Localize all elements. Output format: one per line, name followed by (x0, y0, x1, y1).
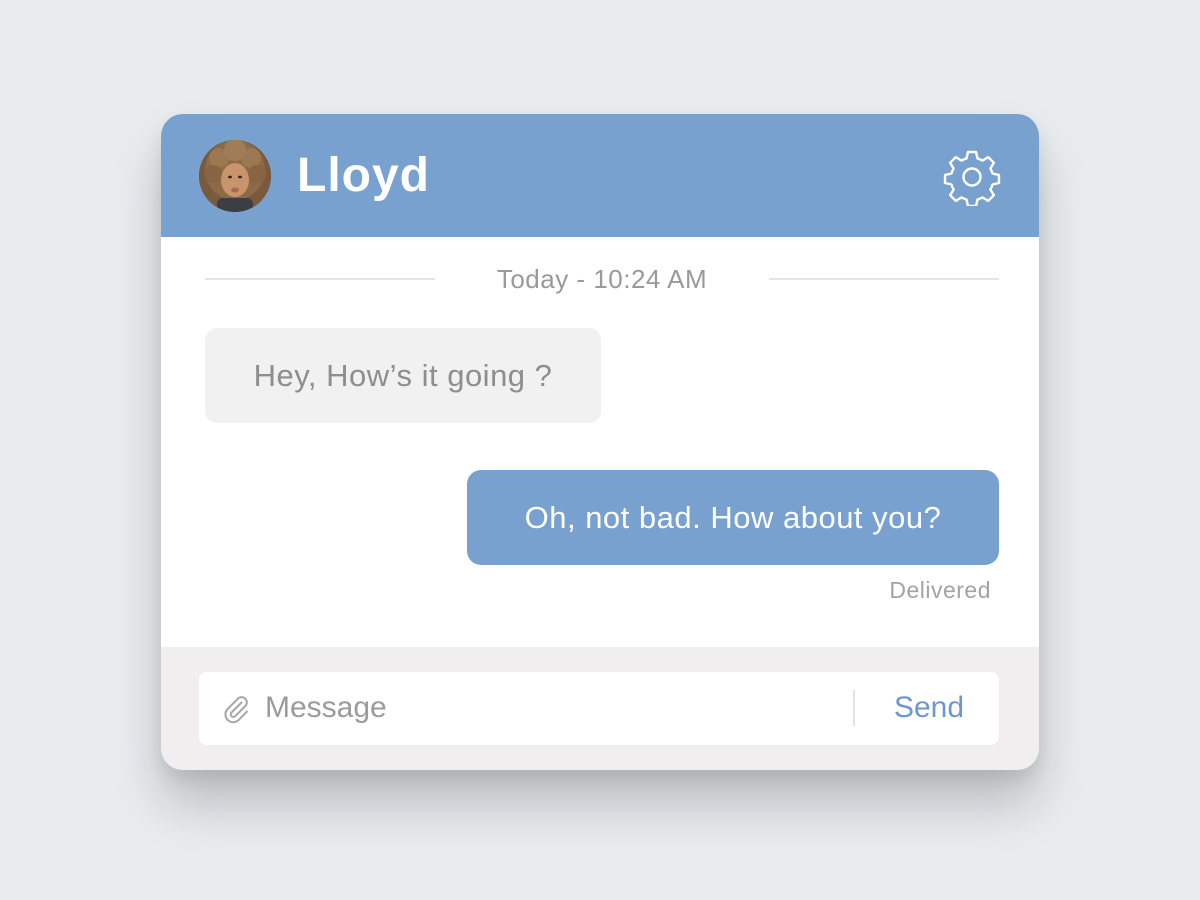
delivery-status: Delivered (889, 577, 991, 603)
incoming-message-bubble: Hey, How’s it going ? (205, 328, 601, 423)
attach-button[interactable] (221, 694, 251, 724)
settings-button[interactable] (943, 148, 1001, 206)
chat-window: Lloyd Today - 10:24 AM Hey, How’s it goi… (161, 114, 1039, 770)
divider-right (769, 278, 999, 280)
divider-left (205, 278, 435, 280)
person-avatar-icon (199, 140, 271, 212)
message-list: Today - 10:24 AM Hey, How’s it going ? O… (161, 237, 1039, 647)
gear-icon (943, 150, 1001, 206)
composer-bar: Send (161, 647, 1039, 770)
input-separator (853, 690, 855, 726)
contact-name: Lloyd (297, 149, 430, 202)
avatar[interactable] (199, 140, 271, 212)
outgoing-message-bubble: Oh, not bad. How about you? (467, 470, 999, 565)
message-input[interactable] (265, 684, 845, 732)
chat-header: Lloyd (161, 114, 1039, 237)
timestamp: Today - 10:24 AM (496, 264, 708, 294)
send-button[interactable]: Send (875, 684, 983, 732)
composer-input-box: Send (199, 672, 999, 745)
paperclip-icon (224, 696, 248, 724)
